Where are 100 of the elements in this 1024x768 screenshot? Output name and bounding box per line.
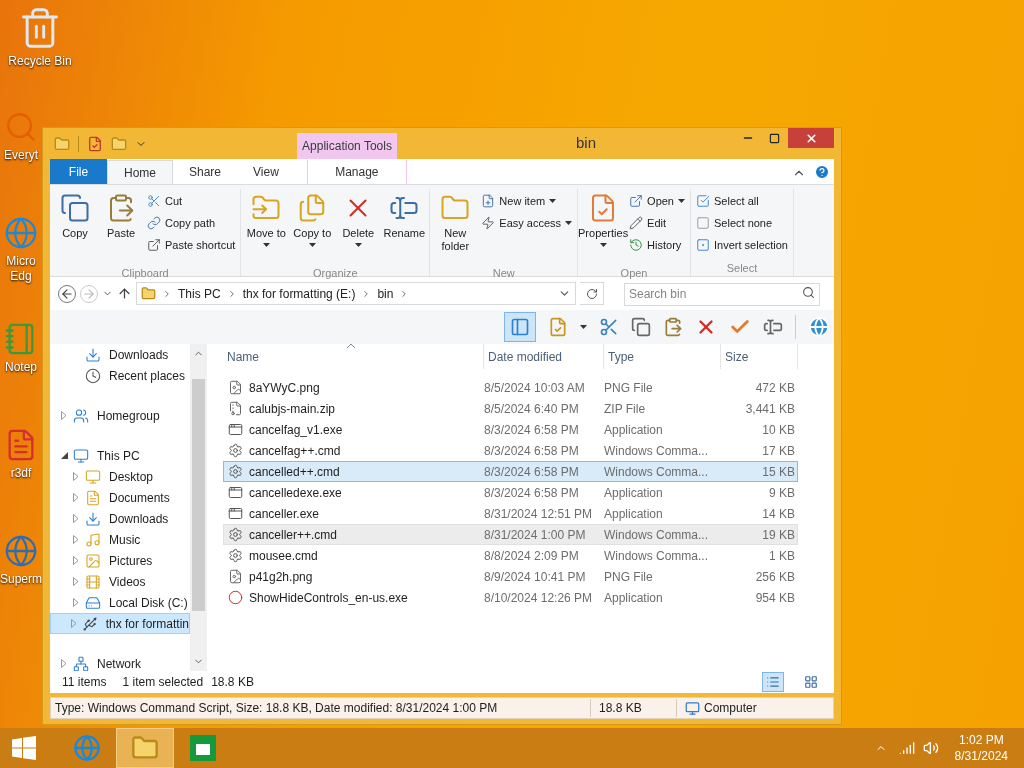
breadcrumb[interactable]: thx for formatting (E:) xyxy=(242,284,356,303)
file-row[interactable]: 8aYWyC.png 8/5/2024 10:03 AM PNG File 472 KB xyxy=(223,377,798,398)
copy-icon[interactable] xyxy=(631,317,651,337)
ribbon-button[interactable]: New item xyxy=(479,190,575,212)
browser-icon xyxy=(73,734,101,762)
ribbon-tab[interactable]: Share xyxy=(173,160,238,184)
nav-item[interactable]: Downloads xyxy=(50,508,190,529)
ribbon-button[interactable]: Paste xyxy=(99,189,143,265)
ribbon-button[interactable]: Rename xyxy=(382,189,427,265)
layout-toggle[interactable] xyxy=(504,312,536,342)
column-header[interactable]: Type xyxy=(604,344,721,369)
file-row[interactable]: mousee.cmd 8/8/2024 2:09 PM Windows Comma... 1 KB xyxy=(223,545,798,566)
up-icon[interactable] xyxy=(117,286,132,301)
ribbon-button[interactable]: Cut xyxy=(145,190,238,212)
ribbon-button[interactable]: Paste shortcut xyxy=(145,234,238,256)
search-icon[interactable] xyxy=(802,286,815,300)
nav-item[interactable]: Videos xyxy=(50,571,190,592)
refresh-button[interactable] xyxy=(580,282,604,305)
collapsed-arrow-icon[interactable] xyxy=(61,659,67,668)
ribbon-button[interactable]: Invert selection xyxy=(694,234,790,256)
nav-item[interactable]: Network xyxy=(50,653,190,671)
ribbon-group-label: Clipboard xyxy=(120,266,170,281)
file-row[interactable]: canceller.exe 8/31/2024 12:51 PM Application 14 KB xyxy=(223,503,798,524)
file-row[interactable]: cancelfag_v1.exe 8/3/2024 6:58 PM Application 10 KB xyxy=(223,419,798,440)
ribbon-button[interactable]: Edit xyxy=(627,212,687,234)
network-icon[interactable] xyxy=(898,740,915,756)
file-date: 8/8/2024 2:09 PM xyxy=(484,547,580,565)
file-date: 8/5/2024 10:03 AM xyxy=(484,379,586,397)
collapsed-arrow-icon[interactable] xyxy=(73,535,79,544)
nav-item[interactable]: thx for formattin xyxy=(50,613,190,634)
file-row[interactable]: p41g2h.png 8/9/2024 10:41 PM PNG File 256 KB xyxy=(223,566,798,587)
properties-icon[interactable] xyxy=(87,135,103,152)
nav-label: Desktop xyxy=(109,468,154,486)
collapsed-arrow-icon[interactable] xyxy=(73,472,79,481)
caret-icon xyxy=(262,243,270,247)
breadcrumb[interactable]: bin xyxy=(377,284,394,303)
file-tab[interactable]: File xyxy=(50,159,107,184)
ribbon-button[interactable]: Open xyxy=(627,190,687,212)
nav-item[interactable]: This PC xyxy=(50,445,190,466)
application-icon xyxy=(228,485,243,500)
collapsed-arrow-icon[interactable] xyxy=(73,598,79,607)
folder-icon[interactable] xyxy=(54,135,70,152)
file-size: 1 KB xyxy=(768,547,795,565)
ribbon-button[interactable]: Select none xyxy=(694,212,790,234)
collapsed-arrow-icon[interactable] xyxy=(61,411,67,420)
ribbon-button[interactable]: Copy path xyxy=(145,212,238,234)
chevron-icon[interactable] xyxy=(162,288,172,299)
nav-item[interactable]: Homegroup xyxy=(50,405,190,426)
new-folder-icon[interactable] xyxy=(111,135,127,152)
file-size: 14 KB xyxy=(761,505,795,523)
collapsed-arrow-icon[interactable] xyxy=(73,493,79,502)
ribbon-button[interactable]: History xyxy=(627,234,687,256)
file-type: Windows Comma... xyxy=(604,463,710,481)
nav-item[interactable]: Local Disk (C:) xyxy=(50,592,190,613)
search-field[interactable]: Search bin xyxy=(624,282,820,306)
nav-item[interactable]: Documents xyxy=(50,487,190,508)
expanded-arrow-icon[interactable] xyxy=(60,452,68,459)
ribbon-button[interactable]: Copy to xyxy=(290,189,335,265)
folder-check-icon[interactable] xyxy=(548,317,568,337)
clipboard-icon[interactable] xyxy=(663,317,683,337)
file-row[interactable]: cancelfag++.cmd 8/3/2024 6:58 PM Windows Comma... 17 KB xyxy=(223,440,798,461)
column-header[interactable]: Size xyxy=(721,344,798,369)
volume-icon[interactable] xyxy=(922,740,939,756)
help-icon[interactable] xyxy=(814,164,830,180)
ribbon-button[interactable]: Properties xyxy=(581,189,626,265)
ribbon-button[interactable]: Easy access xyxy=(479,212,575,234)
file-row[interactable]: cancelledexe.exe 8/3/2024 6:58 PM Application 9 KB xyxy=(223,482,798,503)
globe-icon[interactable] xyxy=(808,316,830,338)
scrollbar[interactable] xyxy=(190,344,207,671)
nav-item[interactable]: Recent places xyxy=(50,365,190,386)
ribbon-button[interactable]: Select all xyxy=(694,190,790,212)
ribbon-button[interactable]: Copy xyxy=(53,189,97,265)
ribbon-button[interactable]: Delete xyxy=(336,189,381,265)
collapsed-arrow-icon[interactable] xyxy=(71,619,78,628)
file-explorer-taskbar-button[interactable] xyxy=(116,728,174,768)
collapsed-arrow-icon[interactable] xyxy=(73,556,79,565)
address-bar[interactable]: This PC thx for formatting (E:) bin xyxy=(136,282,576,305)
details-size: 18.8 KB xyxy=(591,699,677,717)
rename-icon[interactable] xyxy=(763,317,783,337)
ribbon-tab[interactable]: Home xyxy=(107,160,173,184)
column-header[interactable]: Name xyxy=(223,344,484,369)
details-view-button[interactable] xyxy=(762,672,784,692)
file-row[interactable]: ShowHideControls_en-us.exe 8/10/2024 12:26 PM Application 954 KB xyxy=(223,587,798,608)
lightning-icon xyxy=(481,216,496,230)
ribbon-button[interactable]: New folder xyxy=(433,189,478,265)
nav-item[interactable]: Downloads xyxy=(50,344,190,365)
file-row[interactable]: calubjs-main.zip 8/5/2024 6:40 PM ZIP File 3,441 KB xyxy=(223,398,798,419)
collapsed-arrow-icon[interactable] xyxy=(73,514,79,523)
file-row[interactable]: canceller++.cmd 8/31/2024 1:00 PM Windows Comma... 19 KB xyxy=(223,524,798,545)
scissors-icon[interactable] xyxy=(599,317,619,337)
history-icon xyxy=(629,238,644,252)
ribbon-button[interactable]: Move to xyxy=(244,189,289,265)
nav-item[interactable]: Desktop xyxy=(50,466,190,487)
nav-item[interactable]: Music xyxy=(50,529,190,550)
file-row[interactable]: cancelled++.cmd 8/3/2024 6:58 PM Windows Comma... 15 KB xyxy=(223,461,798,482)
nav-item[interactable]: Pictures xyxy=(50,550,190,571)
ribbon-tab[interactable]: View xyxy=(237,160,295,184)
breadcrumb[interactable]: This PC xyxy=(178,284,221,303)
column-header[interactable]: Date modified xyxy=(484,344,604,369)
collapsed-arrow-icon[interactable] xyxy=(73,577,79,586)
